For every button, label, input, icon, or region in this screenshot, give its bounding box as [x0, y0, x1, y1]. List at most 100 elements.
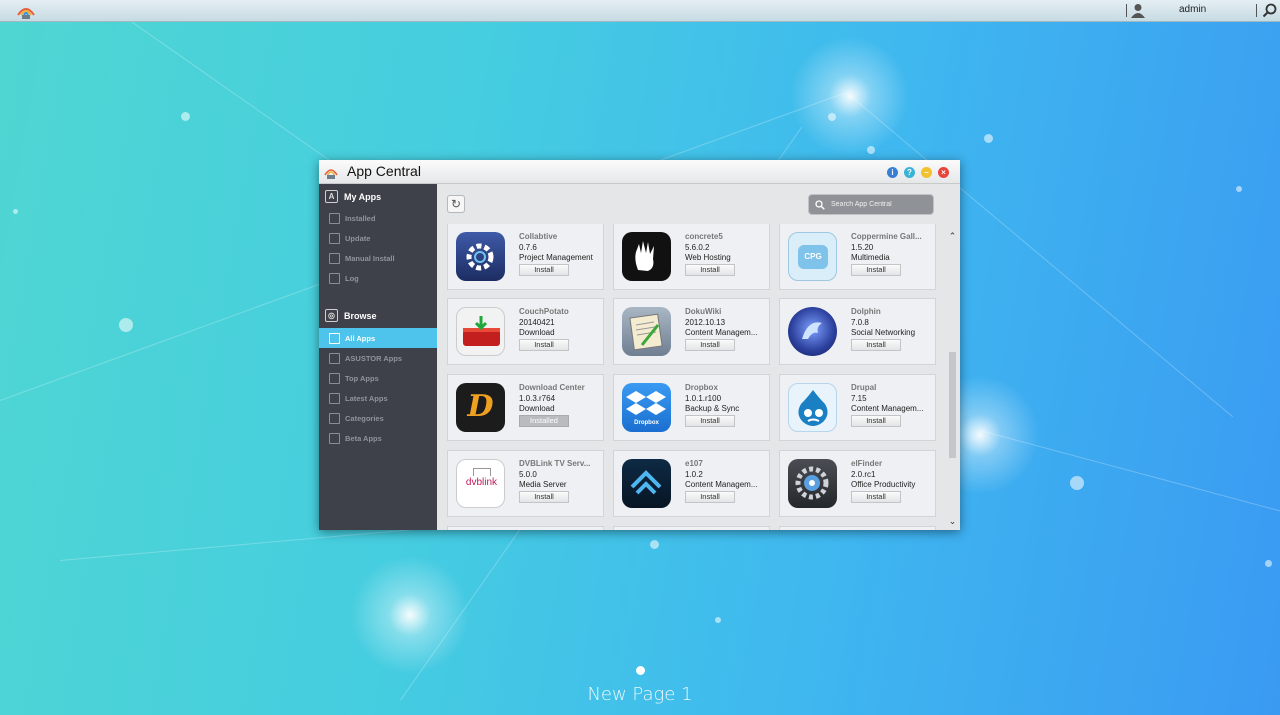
app-card-dropbox[interactable]: Dropbox Dropbox 1.0.1.r100 Backup & Sync… — [613, 374, 770, 441]
app-card-drupal[interactable]: Drupal 7.15 Content Managem... Install — [779, 374, 936, 441]
refresh-button[interactable]: ↻ — [447, 195, 465, 213]
sidebar-item-label: Beta Apps — [345, 433, 382, 443]
sidebar-item-log[interactable]: Log — [319, 268, 437, 288]
app-version: 2012.10.13 — [685, 318, 726, 327]
sidebar-item-installed[interactable]: Installed — [319, 208, 437, 228]
app-central-logo-icon — [323, 164, 339, 180]
app-card-partial[interactable] — [779, 526, 936, 530]
window-title: App Central — [347, 163, 421, 179]
browse-heading: ◎ Browse — [325, 309, 377, 322]
app-card-download-center[interactable]: D Download Center 1.0.3.r764 Download In… — [447, 374, 604, 441]
install-button[interactable]: Install — [519, 339, 569, 351]
app-category: Multimedia — [851, 253, 890, 262]
dokuwiki-icon — [622, 307, 671, 356]
install-button[interactable]: Install — [685, 415, 735, 427]
app-card-partial[interactable] — [613, 526, 770, 530]
close-icon[interactable]: × — [938, 167, 949, 178]
scroll-down-icon[interactable]: ⌄ — [947, 516, 958, 526]
app-category: Social Networking — [851, 328, 916, 337]
dvblink-logo-text: dvblink — [465, 477, 498, 488]
app-card-concrete5[interactable]: concrete5 5.6.0.2 Web Hosting Install — [613, 224, 770, 290]
scrollbar[interactable]: ⌃ ⌄ — [947, 228, 958, 530]
sidebar-item-label: Top Apps — [345, 373, 379, 383]
install-button[interactable]: Install — [685, 264, 735, 276]
asustor-logo-icon[interactable] — [14, 1, 38, 21]
app-category: Content Managem... — [685, 328, 758, 337]
download-center-logo-text: D — [467, 389, 494, 424]
install-button[interactable]: Install — [851, 339, 901, 351]
sidebar-item-top-apps[interactable]: Top Apps — [319, 368, 437, 388]
install-button[interactable]: Install — [851, 264, 901, 276]
sidebar-item-manual-install[interactable]: Manual Install — [319, 248, 437, 268]
app-category: Download — [519, 328, 555, 337]
sidebar-item-label: Log — [345, 273, 359, 283]
sidebar-item-label: Installed — [345, 213, 376, 223]
app-card-coppermine[interactable]: CPG Coppermine Gall... 1.5.20 Multimedia… — [779, 224, 936, 290]
sidebar-item-asustor-apps[interactable]: ASUSTOR Apps — [319, 348, 437, 368]
update-icon — [329, 232, 340, 244]
concrete5-icon — [622, 232, 671, 281]
app-name: Coppermine Gall... — [851, 232, 922, 241]
search-box[interactable] — [808, 194, 934, 215]
dvblink-frame — [473, 468, 491, 476]
app-name: Collabtive — [519, 232, 558, 241]
my-apps-heading: A My Apps — [325, 190, 381, 203]
app-version: 1.0.1.r100 — [685, 394, 722, 403]
install-button[interactable]: Install — [519, 491, 569, 503]
sidebar-item-update[interactable]: Update — [319, 228, 437, 248]
installed-icon — [329, 212, 340, 224]
app-name: Dolphin — [851, 307, 881, 316]
download-center-icon: D — [456, 383, 505, 432]
app-card-partial[interactable] — [447, 526, 604, 530]
sidebar-item-all-apps[interactable]: All Apps — [319, 328, 437, 348]
app-card-couchpotato[interactable]: CouchPotato 20140421 Download Install — [447, 298, 604, 365]
install-button[interactable]: Install — [685, 339, 735, 351]
scroll-thumb[interactable] — [949, 352, 956, 458]
coppermine-icon: CPG — [788, 232, 837, 281]
separator — [1126, 4, 1127, 17]
log-icon — [329, 272, 340, 284]
install-button[interactable]: Install — [851, 491, 901, 503]
app-category: Web Hosting — [685, 253, 731, 262]
dropbox-icon: Dropbox — [622, 383, 671, 432]
app-list-panel: ↻ Collabtive 0.7.6 Project Managemen — [437, 184, 960, 530]
search-icon[interactable] — [1262, 3, 1278, 19]
app-card-dokuwiki[interactable]: DokuWiki 2012.10.13 Content Managem... I… — [613, 298, 770, 365]
sidebar-item-categories[interactable]: Categories — [319, 408, 437, 428]
window-titlebar[interactable]: App Central i ? – × — [319, 160, 960, 184]
app-name: DVBLink TV Serv... — [519, 459, 591, 468]
app-card-e107[interactable]: e107 1.0.2 Content Managem... Install — [613, 450, 770, 517]
app-name: CouchPotato — [519, 307, 569, 316]
install-button[interactable]: Install — [519, 264, 569, 276]
drupal-icon — [788, 383, 837, 432]
installed-button[interactable]: Installed — [519, 415, 569, 427]
install-button[interactable]: Install — [685, 491, 735, 503]
app-category: Media Server — [519, 480, 567, 489]
star-icon — [329, 372, 340, 384]
sidebar-item-label: All Apps — [345, 333, 376, 343]
minimize-icon[interactable]: – — [921, 167, 932, 178]
app-name: Download Center — [519, 383, 585, 392]
folder-icon — [329, 252, 340, 264]
app-version: 20140421 — [519, 318, 555, 327]
app-card-dvblink[interactable]: dvblink DVBLink TV Serv... 5.0.0 Media S… — [447, 450, 604, 517]
page-indicator-dot[interactable] — [636, 666, 645, 675]
app-name: concrete5 — [685, 232, 723, 241]
user-icon[interactable] — [1131, 3, 1145, 18]
app-name: elFinder — [851, 459, 883, 468]
app-name: Dropbox — [685, 383, 718, 392]
sidebar-item-label: Categories — [345, 413, 384, 423]
info-icon[interactable]: i — [887, 167, 898, 178]
sidebar-item-latest-apps[interactable]: Latest Apps — [319, 388, 437, 408]
separator — [1256, 4, 1257, 17]
install-button[interactable]: Install — [851, 415, 901, 427]
dvblink-icon: dvblink — [456, 459, 505, 508]
app-card-elfinder[interactable]: elFinder 2.0.rc1 Office Productivity Ins… — [779, 450, 936, 517]
help-icon[interactable]: ? — [904, 167, 915, 178]
search-input[interactable] — [831, 201, 929, 208]
app-category: Content Managem... — [851, 404, 924, 413]
app-card-dolphin[interactable]: Dolphin 7.0.8 Social Networking Install — [779, 298, 936, 365]
username-label[interactable]: admin — [1179, 4, 1206, 15]
sidebar-item-beta-apps[interactable]: Beta Apps — [319, 428, 437, 448]
app-card-collabtive[interactable]: Collabtive 0.7.6 Project Management Inst… — [447, 224, 604, 290]
